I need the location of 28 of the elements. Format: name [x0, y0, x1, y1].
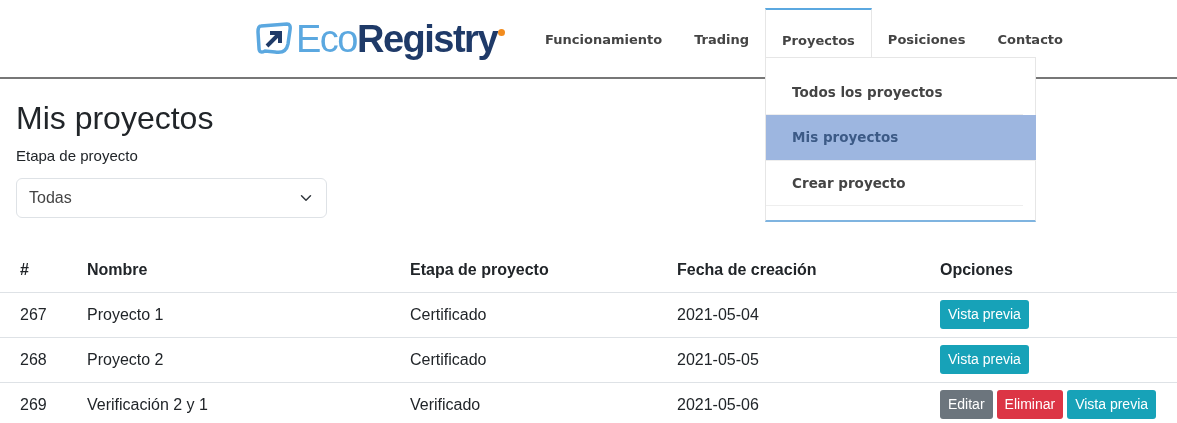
table-cell: 2021-05-04	[657, 292, 920, 338]
table-cell: 268	[0, 337, 67, 383]
column-header: Nombre	[67, 247, 390, 293]
column-header: Fecha de creación	[657, 247, 920, 293]
table-cell: Verificación 2 y 1	[67, 382, 390, 423]
table-cell: 2021-05-05	[657, 337, 920, 383]
nav-tab[interactable]: Trading	[678, 0, 766, 77]
column-header: #	[0, 247, 67, 293]
table-cell: 269	[0, 382, 67, 423]
menu-item[interactable]: Crear proyecto	[766, 160, 1024, 206]
table-cell: Proyecto 2	[67, 337, 390, 383]
logo-icon	[255, 21, 293, 56]
logo-text: EcoRegistry	[296, 19, 498, 58]
table-cell: Certificado	[390, 292, 657, 338]
edit-button[interactable]: Editar	[940, 390, 993, 420]
table-cell: 2021-05-06	[657, 382, 920, 423]
table-cell: 267	[0, 292, 67, 338]
stage-select[interactable]: Todas	[16, 177, 327, 218]
table-cell: Proyecto 1	[67, 292, 390, 338]
table-cell: Verificado	[390, 382, 657, 423]
field-label: Etapa de proyecto	[16, 146, 139, 167]
column-header: Etapa de proyecto	[390, 247, 657, 293]
delete-button[interactable]: Eliminar	[996, 390, 1064, 420]
nav-tab[interactable]: Funcionamiento	[529, 0, 679, 77]
column-header: Opciones	[920, 247, 1177, 293]
table-cell: Certificado	[390, 337, 657, 383]
logo-dot-icon	[498, 28, 506, 36]
page-title: Mis proyectos	[16, 99, 214, 138]
